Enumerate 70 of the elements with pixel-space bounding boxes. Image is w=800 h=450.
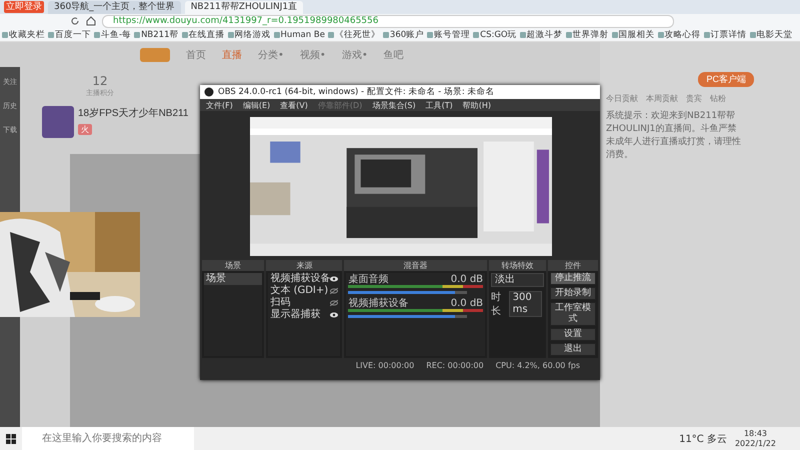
menu-item[interactable]: 查看(V) [280,100,308,110]
stat-count: 12 [92,74,108,88]
channel-reading: 0.0 dB [450,298,484,309]
channel-reading: 0.0 dB [450,274,484,285]
bookmark-link[interactable]: 斗鱼-每 [94,28,132,40]
status-text: REC: 00:00:00 [426,360,484,370]
channel-name: 桌面音频 [348,274,388,285]
source-item[interactable]: 扫码 [270,297,290,309]
address-field[interactable]: https://www.douyu.com/4131997_r=0.1951989980465556 [102,14,674,28]
status-text: LIVE: 00:00:00 [356,360,414,370]
clock-date: 2022/1/22 [734,438,776,448]
bookmark-link[interactable]: 账号管理 [427,28,470,40]
scene-item[interactable]: 场景 [204,273,262,285]
bookmark-link[interactable]: 订票详情 [704,28,747,40]
bookmark-link[interactable]: 电影天堂 [750,28,793,40]
room-avatar [42,106,74,138]
refresh-icon[interactable] [70,16,80,26]
dock-title: 混音器 [344,260,488,271]
bookmark-link[interactable]: 360账户 [382,28,424,40]
bookmark-link[interactable]: 网络游戏 [228,28,270,40]
bookmark-link[interactable]: 收藏夹栏 [2,28,45,40]
bookmark-link[interactable]: 在线直播 [182,28,224,40]
chat-message: 系统提示：欢迎来到NB211帮帮ZHOULINJ1的直播间。斗鱼严禁未成年人进行直播或打赏，请理性消费。 [606,110,741,162]
weather-text: 11°C 多云 [679,432,727,446]
bookmark-link[interactable]: 攻略心得 [658,28,701,40]
dock-title: 控件 [548,260,598,271]
dock-title: 场景 [202,260,264,271]
eye-icon[interactable] [330,276,338,282]
login-badge[interactable]: 立即登录 [4,1,44,13]
source-item[interactable]: 文本 (GDI+) [270,285,328,297]
control-button[interactable]: 工作室模式 [550,302,596,326]
bookmark-link[interactable]: NB211帮 [134,28,178,40]
transition-select[interactable]: 淡出 [491,273,544,287]
bookmark-link[interactable]: 国服相关 [612,28,655,40]
status-text: CPU: 4.2%, 60.00 fps [496,360,580,370]
menu-item[interactable]: 文件(F) [206,100,233,110]
menu-item[interactable]: 帮助(H) [462,100,491,110]
home-icon[interactable] [86,16,96,26]
bookmark-link[interactable]: Human Be [274,30,325,40]
duration-label: 时长 [491,290,502,318]
bookmark-link[interactable]: CS:GO玩 [473,28,517,40]
control-button[interactable]: 开始录制 [550,287,596,300]
windows-logo-icon[interactable] [6,434,16,444]
clock-time: 18:43 [744,428,768,438]
control-button[interactable]: 停止推流 [550,272,596,285]
source-item[interactable]: 显示器捕获 [270,309,320,321]
eye-slash-icon[interactable] [330,288,338,294]
bookmark-link[interactable]: 百度一下 [48,28,91,40]
room-title: 18岁FPS天才少年NB211 [78,106,188,120]
bookmark-link[interactable]: 《往死世》 [328,28,380,40]
hot-tag: 火 [78,124,92,135]
source-item[interactable]: 视频捕获设备 [270,273,330,285]
app-icon [204,87,214,97]
bookmark-link[interactable]: 世界弹射 [566,28,609,40]
menu-item[interactable]: 场景集合(S) [372,100,416,110]
duration-field[interactable]: 300 ms [508,291,542,317]
eye-icon[interactable] [330,312,338,318]
eye-slash-icon[interactable] [330,300,338,306]
menu-item[interactable]: 编辑(E) [242,100,270,110]
control-button[interactable]: 退出 [550,343,596,356]
menu-item[interactable]: 工具(T) [426,100,453,110]
dock-title: 转场特效 [489,260,546,271]
window-title: OBS 24.0.0-rc1 (64-bit, windows) - 配置文件: 未命名 - 场景: 未命名 [218,86,494,98]
browser-tab[interactable]: NB211帮帮ZHOULINJ1直 [184,0,304,14]
browser-tab[interactable]: 360导航_一个主页，整个世界 [48,0,181,14]
channel-name: 视频捕获设备 [348,298,408,309]
dock-title: 来源 [266,260,342,271]
control-button[interactable]: 设置 [550,328,596,341]
search-field[interactable]: 在这里输入你要搜索的内容 [22,427,194,450]
bookmark-link[interactable]: 超激斗梦 [520,28,563,40]
